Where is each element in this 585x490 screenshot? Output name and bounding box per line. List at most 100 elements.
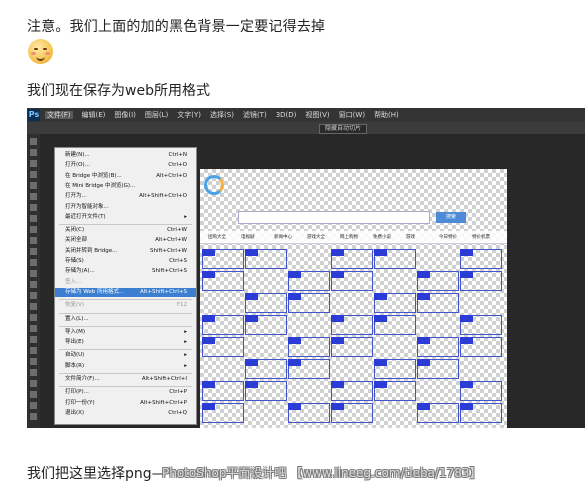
nav-item[interactable]: 游戏大全 — [307, 234, 325, 240]
nav-item[interactable]: 今日特价 — [439, 234, 457, 240]
tool-icon[interactable] — [30, 281, 37, 288]
tool-icon[interactable] — [30, 160, 37, 167]
tool-icon[interactable] — [30, 303, 37, 310]
menu-item-shortcut: Ctrl+P — [169, 389, 187, 396]
ps-menu-item[interactable]: 3D(D) — [276, 111, 297, 119]
file-menu-item[interactable]: 退出(X) Ctrl+Q — [55, 409, 196, 418]
menu-item-shortcut: Alt+Shift+Ctrl+I — [141, 376, 187, 382]
menu-item-label: 签入... — [65, 278, 82, 285]
tool-icon[interactable] — [30, 336, 37, 343]
ps-menu-item[interactable]: 图像(I) — [114, 111, 136, 119]
save-web-text: 我们现在保存为web所用格式 — [27, 83, 210, 99]
nav-item[interactable]: 特价机票 — [472, 234, 490, 240]
tool-icon[interactable] — [30, 138, 37, 145]
slice-tag — [460, 315, 473, 322]
file-menu-item[interactable]: 存储(S) Ctrl+S — [55, 257, 196, 266]
file-menu-item[interactable]: 置入(L)... — [55, 315, 196, 324]
tool-icon[interactable] — [30, 270, 37, 277]
tool-icon[interactable] — [30, 402, 37, 409]
tool-icon[interactable] — [30, 259, 37, 266]
ps-menu-item[interactable]: 滤镜(T) — [243, 111, 267, 119]
menu-item-label: 退出(X) — [65, 409, 85, 416]
nav-item[interactable]: 新闻中心 — [274, 234, 292, 240]
ps-menu-item[interactable]: 窗口(W) — [339, 111, 365, 119]
file-menu-item[interactable]: 在 Mini Bridge 中浏览(G)... — [55, 182, 196, 191]
file-menu-item[interactable]: 打开(O)... Ctrl+O — [55, 161, 196, 170]
slice-tag — [331, 337, 344, 344]
file-menu-item[interactable]: 最近打开文件(T) ▸ — [55, 213, 196, 222]
ps-menu-item[interactable]: 文字(Y) — [177, 111, 201, 119]
menu-separator — [59, 373, 192, 374]
tool-icon[interactable] — [30, 369, 37, 376]
tool-icon[interactable] — [30, 413, 37, 420]
file-menu-item[interactable]: 导出(E) ▸ — [55, 338, 196, 347]
tool-icon[interactable] — [30, 204, 37, 211]
nav-item[interactable]: 网上购物 — [340, 234, 358, 240]
ps-menu-item[interactable]: 视图(V) — [305, 111, 329, 119]
slice-tag — [245, 249, 258, 256]
file-menu-item[interactable]: 签入... — [55, 278, 196, 287]
ps-menu-item[interactable]: 帮助(H) — [374, 111, 399, 119]
ps-menu-item[interactable]: 选择(S) — [210, 111, 234, 119]
menu-item-shortcut: F12 — [176, 302, 187, 309]
file-menu-item[interactable]: 关闭全部 Alt+Ctrl+W — [55, 236, 196, 245]
tool-icon[interactable] — [30, 193, 37, 200]
menu-item-shortcut: Alt+Shift+Ctrl+S — [139, 288, 187, 295]
file-menu-item[interactable]: 新建(N)... Ctrl+N — [55, 151, 196, 160]
tool-icon[interactable] — [30, 292, 37, 299]
menu-item-label: 打印(P)... — [65, 389, 89, 396]
menu-item-label: 打印一份(Y) — [65, 399, 95, 406]
file-menu-item[interactable]: 脚本(R) ▸ — [55, 362, 196, 371]
ps-menu-item[interactable]: 编辑(E) — [82, 111, 106, 119]
file-menu-item[interactable]: 打开为... Alt+Shift+Ctrl+O — [55, 192, 196, 201]
slice-tag — [460, 271, 473, 278]
nav-item[interactable]: 团购大全 — [208, 234, 226, 240]
slice-tag — [417, 403, 430, 410]
file-menu-item[interactable]: 存储为(A)... Shift+Ctrl+S — [55, 267, 196, 276]
nav-item[interactable]: 电视剧 — [241, 234, 255, 240]
tool-icon[interactable] — [30, 182, 37, 189]
tool-icon[interactable] — [30, 391, 37, 398]
file-menu-item[interactable]: 文件简介(F)... Alt+Shift+Ctrl+I — [55, 375, 196, 384]
file-menu-item[interactable]: 打开为智能对象... — [55, 203, 196, 212]
menu-separator — [59, 224, 192, 226]
slice-tag — [288, 337, 301, 344]
tool-icon[interactable] — [30, 347, 37, 354]
slice-tag — [202, 337, 215, 344]
tool-icon[interactable] — [30, 380, 37, 387]
menu-item-label: 存储为 Web 所用格式... — [65, 288, 125, 295]
slice-tag — [331, 381, 344, 388]
file-menu-item[interactable]: 打印(P)... Ctrl+P — [55, 388, 196, 397]
menu-item-label: 存储(S) — [65, 258, 84, 264]
menu-item-label: 存储为(A)... — [65, 268, 95, 275]
tool-icon[interactable] — [30, 149, 37, 156]
slice-tag — [460, 403, 473, 410]
nav-item[interactable]: 游戏 — [406, 234, 415, 240]
ps-menu-item[interactable]: 图层(L) — [145, 111, 168, 119]
slice-tag — [202, 271, 215, 278]
tool-icon[interactable] — [30, 237, 37, 244]
tool-icon[interactable] — [30, 171, 37, 178]
tool-icon[interactable] — [30, 215, 37, 222]
search-button[interactable]: 搜索 — [436, 212, 466, 223]
watermark: PhotoShop平面设计吧 【www.lineeg.com/tieba/178… — [162, 466, 482, 480]
tool-icon[interactable] — [30, 314, 37, 321]
file-menu-item[interactable]: 关闭(C) Ctrl+W — [55, 226, 196, 235]
menu-item-shortcut: Alt+Ctrl+O — [156, 172, 187, 179]
menu-item-label: 关闭全部 — [65, 237, 88, 244]
file-menu-item[interactable]: 关闭并转到 Bridge... Shift+Ctrl+W — [55, 247, 196, 256]
tool-icon[interactable] — [30, 248, 37, 255]
file-menu-item[interactable]: 在 Bridge 中浏览(B)... Alt+Ctrl+O — [55, 172, 196, 181]
tool-icon[interactable] — [30, 226, 37, 233]
nav-item[interactable]: 免费小说 — [373, 234, 391, 240]
ps-menu-item[interactable]: 文件(F) — [45, 111, 73, 119]
tool-icon[interactable] — [30, 358, 37, 365]
file-menu-item[interactable]: 导入(M) ▸ — [55, 328, 196, 337]
file-menu-item[interactable]: 自动(U) ▸ — [55, 351, 196, 360]
tool-icon[interactable] — [30, 325, 37, 332]
file-menu-item[interactable]: 打印一份(Y) Alt+Shift+Ctrl+P — [55, 399, 196, 408]
file-menu-item[interactable]: 存储为 Web 所用格式... Alt+Shift+Ctrl+S — [55, 287, 196, 297]
slice-tag — [331, 315, 344, 322]
file-menu-item[interactable]: 恢复(V) F12 — [55, 301, 196, 310]
hide-auto-slices-button[interactable]: 隐藏自动切片 — [319, 124, 367, 134]
